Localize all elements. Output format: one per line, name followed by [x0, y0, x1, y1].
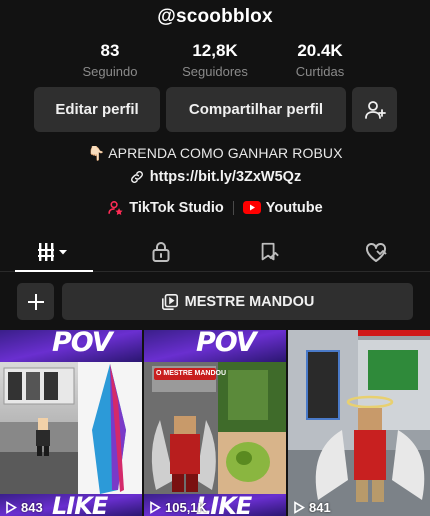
stat-likes[interactable]: 20.4K Curtidas: [270, 40, 370, 81]
edit-profile-button[interactable]: Editar perfil: [34, 87, 160, 132]
video-overlay-bottom: LIKE: [52, 492, 108, 516]
profile-link-text: https://bit.ly/3ZxW5Qz: [149, 169, 302, 185]
video-thumbnail[interactable]: 841: [288, 330, 430, 516]
stat-following-label: Seguindo: [82, 64, 138, 79]
add-playlist-button[interactable]: [17, 283, 54, 320]
add-user-icon: [364, 100, 386, 119]
stat-likes-count: 20.4K: [297, 41, 343, 60]
profile-tabs: [0, 232, 430, 272]
stat-following-count: 83: [100, 41, 120, 60]
play-icon: [294, 501, 305, 514]
playlist-chip[interactable]: MESTRE MANDOU: [62, 283, 413, 320]
stat-following[interactable]: 83 Seguindo: [60, 40, 160, 81]
youtube-icon: [242, 201, 261, 214]
video-view-count: 105,1K: [165, 500, 207, 515]
tab-reposts[interactable]: [215, 232, 323, 271]
video-views: 841: [293, 500, 331, 515]
tab-liked[interactable]: [323, 232, 430, 271]
video-grid: POV LIKE 843 POV O MESTRE MANDOU LIKE 10…: [0, 330, 430, 516]
repost-bookmark-icon: [261, 242, 279, 260]
video-thumbnail[interactable]: POV O MESTRE MANDOU LIKE 105,1K: [144, 330, 286, 516]
youtube-shortcut[interactable]: Youtube: [242, 199, 323, 216]
play-icon: [6, 501, 17, 514]
profile-actions: Editar perfil Compartilhar perfil: [34, 87, 397, 132]
link-icon: [130, 171, 143, 183]
video-overlay-top: POV: [196, 330, 257, 358]
profile-link[interactable]: https://bit.ly/3ZxW5Qz: [0, 169, 430, 185]
stat-followers-count: 12,8K: [192, 41, 238, 60]
profile-shortcuts: TikTok Studio Youtube: [0, 199, 430, 216]
tiktok-studio-shortcut[interactable]: TikTok Studio: [107, 199, 224, 216]
share-profile-button[interactable]: Compartilhar perfil: [166, 87, 346, 132]
video-view-count: 843: [21, 500, 43, 515]
tab-videos[interactable]: [0, 232, 108, 272]
grid-icon: [37, 242, 67, 261]
video-overlay-top: POV: [52, 330, 113, 358]
video-thumbnail-art: [288, 330, 430, 516]
add-friends-button[interactable]: [352, 87, 397, 132]
studio-icon: [108, 201, 123, 216]
playlist-icon: [161, 293, 178, 310]
video-views: 105,1K: [149, 500, 207, 515]
playlist-name: MESTRE MANDOU: [184, 293, 315, 310]
tab-private[interactable]: [108, 232, 216, 271]
stat-likes-label: Curtidas: [295, 64, 345, 79]
liked-heart-icon: [366, 242, 387, 262]
profile-bio: 👇🏻 APRENDA COMO GANHAR ROBUX: [87, 145, 343, 161]
video-views: 843: [5, 500, 43, 515]
playlist-toolbar: MESTRE MANDOU: [17, 283, 413, 320]
video-thumbnail[interactable]: POV LIKE 843: [0, 330, 142, 516]
stat-followers-label: Seguidores: [182, 64, 248, 79]
lock-icon: [152, 241, 170, 262]
profile-username: @scoobblox: [157, 6, 273, 27]
youtube-label: Youtube: [265, 199, 323, 216]
shortcut-divider: [232, 200, 234, 215]
video-badge: O MESTRE MANDOU: [156, 370, 226, 377]
video-view-count: 841: [309, 500, 331, 515]
profile-stats: 83 Seguindo 12,8K Seguidores 20.4K Curti…: [60, 40, 370, 81]
tiktok-studio-label: TikTok Studio: [129, 199, 224, 216]
stat-followers[interactable]: 12,8K Seguidores: [165, 40, 265, 81]
plus-icon: [27, 293, 44, 310]
play-icon: [150, 501, 161, 514]
